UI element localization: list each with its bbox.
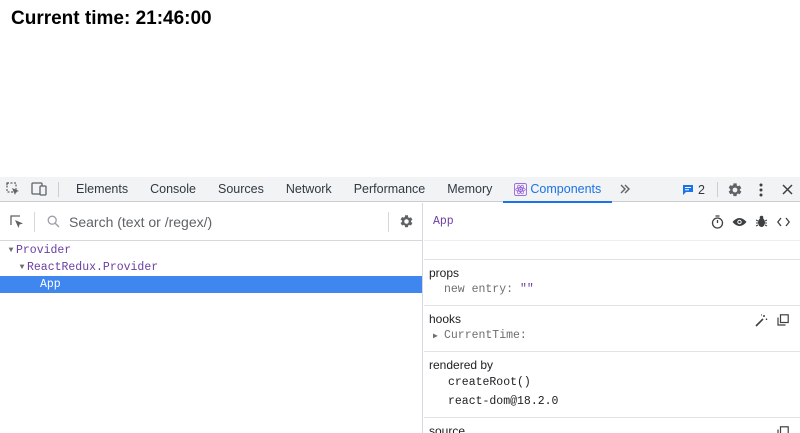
- magic-wand-icon[interactable]: [750, 311, 772, 329]
- devtools-tabbar-right: 2: [674, 177, 800, 202]
- props-section: props new entry: "": [424, 260, 800, 306]
- code-icon[interactable]: [772, 211, 794, 233]
- close-icon[interactable]: [774, 177, 800, 202]
- tab-performance[interactable]: Performance: [343, 177, 437, 202]
- rendered-by-section: rendered by createRoot() react-dom@18.2.…: [424, 352, 800, 418]
- search-divider: [34, 211, 35, 232]
- component-search-bar: [0, 203, 423, 241]
- toolbar-divider: [58, 181, 59, 197]
- caret-down-icon[interactable]: ▼: [17, 263, 27, 272]
- select-element-icon: [10, 214, 23, 228]
- bug-icon[interactable]: [750, 211, 772, 233]
- components-settings-button[interactable]: [389, 203, 423, 241]
- select-element-button[interactable]: [0, 203, 34, 241]
- issues-button[interactable]: 2: [674, 177, 713, 202]
- hooks-section-title: hooks: [429, 312, 462, 326]
- caret-down-icon[interactable]: ▼: [6, 246, 16, 255]
- devtools-tabbar: Elements Console Sources Network Perform…: [0, 177, 800, 203]
- tab-console[interactable]: Console: [139, 177, 207, 202]
- tree-item-app[interactable]: App: [0, 276, 422, 293]
- tree-item-provider[interactable]: ▼ Provider: [0, 242, 422, 259]
- component-search-input[interactable]: [65, 208, 388, 235]
- tab-sources[interactable]: Sources: [207, 177, 275, 202]
- issues-count: 2: [698, 182, 705, 197]
- copy-icon[interactable]: [772, 423, 794, 433]
- rendered-by-section-title: rendered by: [429, 358, 494, 372]
- rendered-by-item[interactable]: createRoot(): [429, 373, 800, 392]
- gear-icon[interactable]: [722, 177, 748, 202]
- inspector-spacer: [424, 241, 800, 260]
- hook-row[interactable]: ▶ CurrentTime:: [429, 327, 800, 345]
- devtools-panel: Elements Console Sources Network Perform…: [0, 177, 800, 433]
- component-tree-pane: ▼ Provider ▼ ReactRedux.Provider App: [0, 203, 423, 433]
- search-icon: [41, 215, 65, 228]
- tab-components[interactable]: Components: [503, 177, 613, 203]
- tab-memory[interactable]: Memory: [436, 177, 503, 202]
- tree-item-reactredux-provider[interactable]: ▼ ReactRedux.Provider: [0, 259, 422, 276]
- double-chevron-right-icon[interactable]: [612, 177, 638, 202]
- kebab-menu-icon[interactable]: [748, 177, 774, 202]
- caret-right-icon[interactable]: ▶: [433, 328, 444, 346]
- inspected-component-name: App: [433, 215, 454, 228]
- issues-chat-icon: [683, 184, 694, 195]
- hooks-section: hooks ▶ CurrentTime:: [424, 306, 800, 352]
- tab-network[interactable]: Network: [275, 177, 343, 202]
- prop-row[interactable]: new entry: "": [429, 281, 800, 299]
- stopwatch-icon[interactable]: [706, 211, 728, 233]
- gear-icon: [400, 215, 412, 228]
- inspector-header: App: [424, 203, 800, 241]
- inspect-element-icon[interactable]: [0, 177, 26, 202]
- eye-icon[interactable]: [728, 211, 750, 233]
- toolbar-divider: [717, 182, 718, 197]
- props-section-title: props: [429, 266, 460, 280]
- component-inspector-pane: App props new entry: "" hooks ▶ CurrentT…: [424, 203, 800, 433]
- copy-icon[interactable]: [772, 311, 794, 329]
- tab-elements[interactable]: Elements: [65, 177, 139, 202]
- page-title: Current time: 21:46:00: [11, 8, 212, 29]
- device-toolbar-icon[interactable]: [26, 177, 52, 202]
- source-section: source: [424, 418, 800, 433]
- rendered-by-item[interactable]: react-dom@18.2.0: [429, 392, 800, 411]
- source-section-title: source: [429, 424, 466, 433]
- react-icon: [514, 182, 528, 196]
- component-tree: ▼ Provider ▼ ReactRedux.Provider App: [0, 242, 422, 293]
